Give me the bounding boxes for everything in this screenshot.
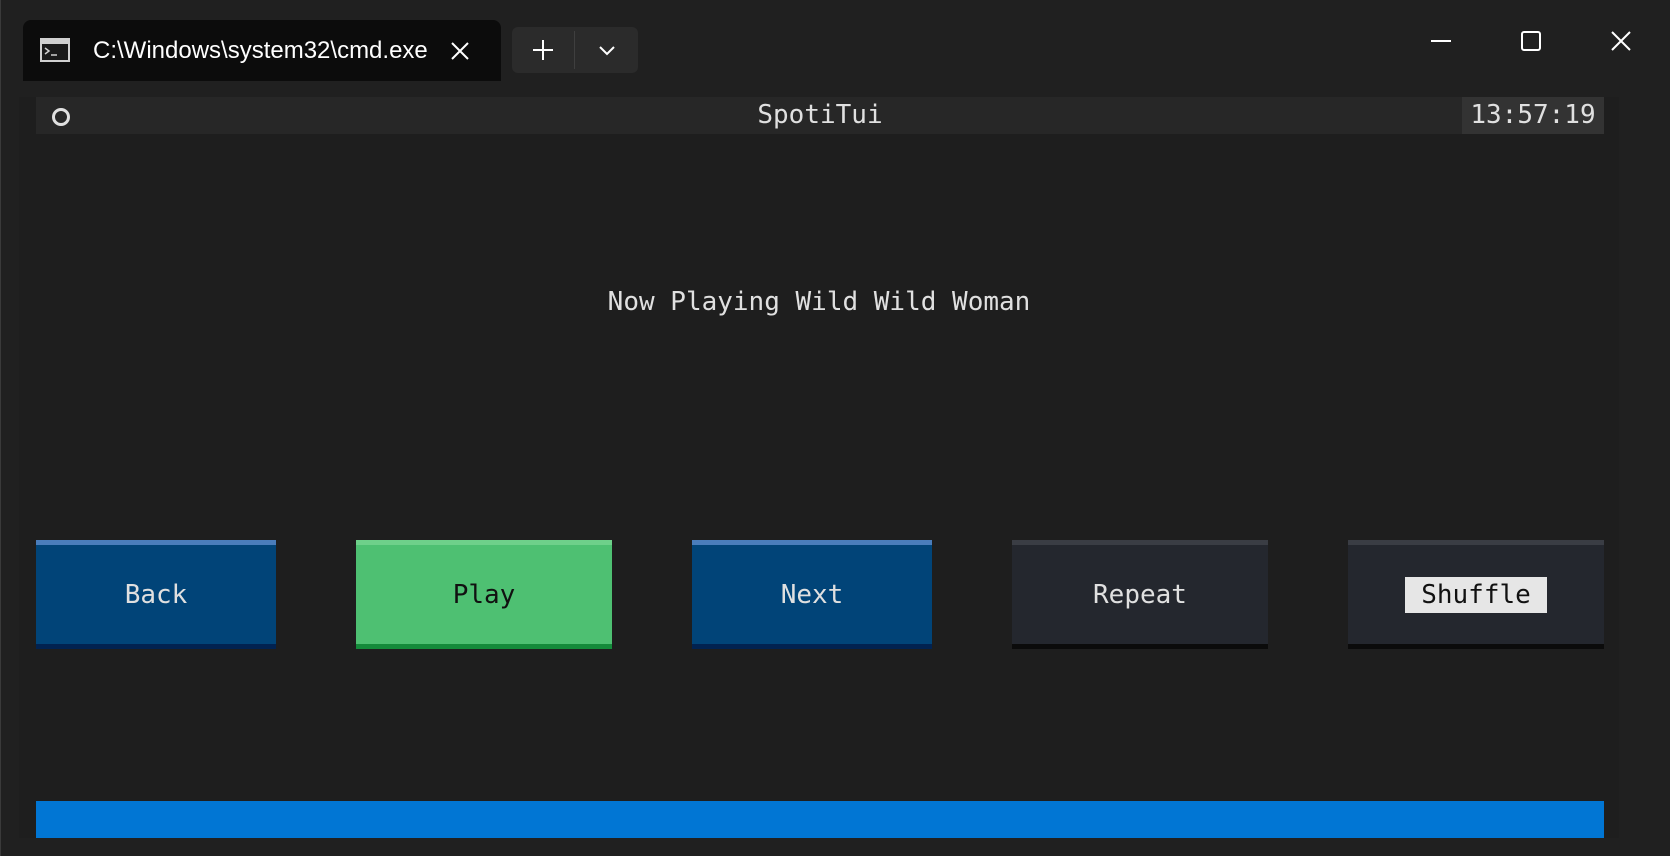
next-button-label: Next — [780, 579, 844, 610]
now-playing-label: Now Playing Wild Wild Woman — [607, 287, 1031, 317]
progress-bar — [36, 801, 1604, 838]
back-button[interactable]: Back — [36, 540, 276, 649]
close-icon[interactable] — [1576, 0, 1666, 81]
repeat-button[interactable]: Repeat — [1012, 540, 1268, 649]
app-header: SpotiTui 13:57:19 — [36, 97, 1604, 134]
plus-icon[interactable] — [512, 27, 574, 73]
app-title: SpotiTui — [757, 100, 883, 130]
cmd-icon — [40, 38, 70, 62]
shuffle-button-label: Shuffle — [1405, 576, 1547, 613]
play-button[interactable]: Play — [356, 540, 612, 649]
play-button-label: Play — [452, 579, 516, 610]
repeat-button-label: Repeat — [1093, 579, 1187, 610]
back-button-label: Back — [124, 579, 188, 610]
clock: 13:57:19 — [1462, 97, 1604, 134]
terminal-window: C:\Windows\system32\cmd.exe SpotiTui 13:… — [0, 0, 1670, 856]
minimize-icon[interactable] — [1396, 0, 1486, 81]
close-icon[interactable] — [443, 34, 477, 68]
maximize-icon[interactable] — [1486, 0, 1576, 81]
chevron-down-icon[interactable] — [575, 27, 638, 73]
tab-title: C:\Windows\system32\cmd.exe — [93, 37, 428, 64]
next-button[interactable]: Next — [692, 540, 932, 649]
title-bar: C:\Windows\system32\cmd.exe — [1, 0, 1670, 81]
new-tab-group — [512, 27, 638, 73]
terminal-content[interactable]: SpotiTui 13:57:19 Now Playing Wild Wild … — [19, 97, 1619, 838]
tab-cmd[interactable]: C:\Windows\system32\cmd.exe — [23, 20, 501, 81]
shuffle-button[interactable]: Shuffle — [1348, 540, 1604, 649]
